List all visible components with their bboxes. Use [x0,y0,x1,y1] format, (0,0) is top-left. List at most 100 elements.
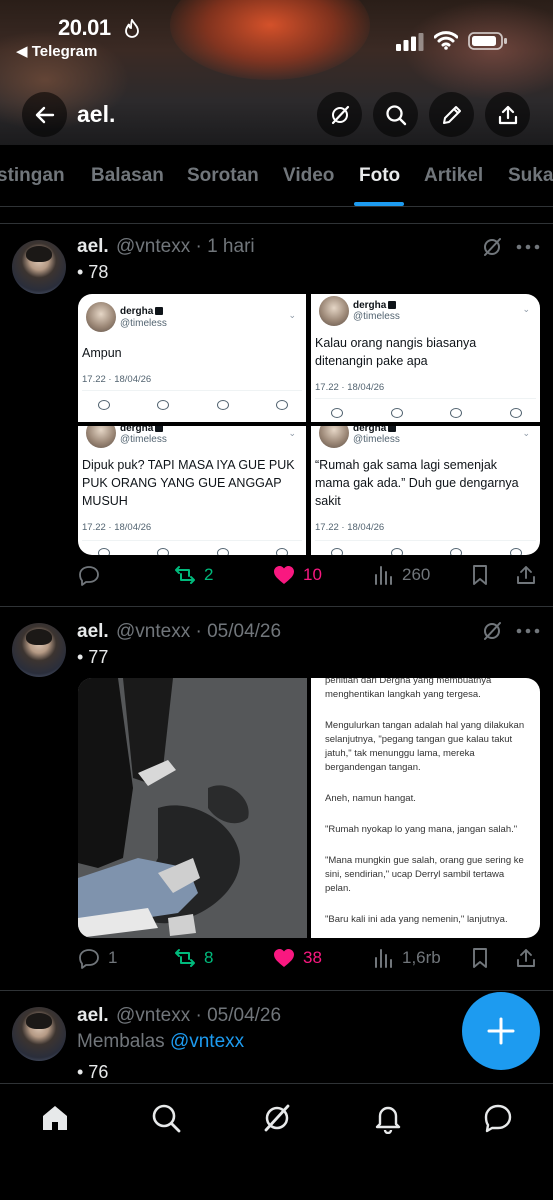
avatar [319,426,349,448]
bottom-nav [0,1083,553,1200]
search-button[interactable] [373,92,418,137]
lock-icon [388,301,397,309]
quoted-actions [98,548,288,555]
quoted-handle: @timeless [353,434,400,445]
profile-tabs: stingan Balasan Sorotan Video Foto Artik… [0,145,553,207]
grok-icon[interactable] [481,620,503,642]
quoted-text: “Rumah gak sama lagi semenjak mama gak a… [315,458,519,508]
quoted-meta: 17.22 · 18/04/26 [315,382,385,393]
heart-filled-icon [274,949,294,967]
quoted-actions [331,408,522,422]
quoted-name: dergha [120,426,164,434]
photo-shoes[interactable] [78,678,307,938]
page-title: ael. [77,101,116,127]
tab-sorotan[interactable]: Sorotan [187,165,259,187]
hotspot-icon [125,19,139,38]
edit-button[interactable] [429,92,474,137]
views-button[interactable]: 260 [372,564,430,586]
back-button[interactable] [22,92,67,137]
quoted-image-2[interactable]: dergha @timeless ⌄ Kalau orang nangis bi… [311,294,540,422]
story-line: perlitian dari Dergha yang membuatnya me… [325,678,492,700]
image-grid[interactable]: dergha @timeless ⌄ Ampun 17.22 · 18/04/2… [78,294,540,555]
tab-artikel[interactable]: Artikel [424,165,483,187]
back-to-app-link[interactable]: ◀ Telegram [16,42,97,60]
quoted-meta: 17.22 · 18/04/26 [82,522,152,533]
views-button[interactable]: 1,6rb [372,947,441,969]
tab-postingan[interactable]: stingan [0,165,65,187]
post-text: • 78 [77,262,109,282]
grok-icon[interactable] [481,236,503,258]
reply-button[interactable] [78,564,108,586]
pencil-icon [442,105,461,124]
share-button[interactable] [515,947,537,969]
quoted-name: dergha [353,300,397,311]
avatar[interactable] [12,1007,66,1061]
share-icon [498,105,517,124]
post-78[interactable]: ael. @vntexx · 1 hari • 78 dergha @timel… [0,224,553,607]
repost-button[interactable]: 8 [174,947,213,969]
post-handle-time[interactable]: @vntexx · 05/04/26 [116,1005,281,1027]
photo-story-text[interactable]: perlitian dari Dergha yang membuatnya me… [311,678,540,938]
chevron-down-icon: ⌄ [522,304,530,314]
like-button[interactable]: 38 [273,947,322,969]
search-icon[interactable] [150,1102,182,1134]
share-button[interactable] [515,564,537,586]
grok-icon[interactable] [261,1102,293,1134]
quoted-image-4[interactable]: dergha @timeless ⌄ “Rumah gak sama lagi … [311,426,540,555]
shoes-photo-drawing [78,678,307,938]
tab-suka[interactable]: Suka [508,165,553,187]
avatar[interactable] [12,240,66,294]
battery-icon [468,32,507,50]
bookmark-button[interactable] [469,947,491,969]
replying-to[interactable]: Membalas @vntexx [77,1031,244,1053]
repost-button[interactable]: 2 [174,564,213,586]
bell-icon[interactable] [372,1102,404,1134]
signal-icon [396,33,424,51]
repost-icon [175,566,195,584]
quoted-handle: @timeless [353,311,400,322]
post-handle-time[interactable]: @vntexx · 05/04/26 [116,621,281,643]
avatar[interactable] [12,623,66,677]
post-author-name[interactable]: ael. [77,621,109,643]
tab-balasan[interactable]: Balasan [91,165,164,187]
quoted-text: Dipuk puk? TAPI MASA IYA GUE PUK PUK ORA… [82,458,295,508]
share-icon [517,949,535,967]
home-icon[interactable] [39,1102,71,1134]
post-text: • 76 [77,1062,109,1082]
avatar [86,426,116,448]
quoted-handle: @timeless [120,434,167,445]
compose-button[interactable] [462,992,540,1070]
active-tab-indicator [354,202,404,206]
post-author-name[interactable]: ael. [77,236,109,258]
image-pair[interactable]: perlitian dari Dergha yang membuatnya me… [78,678,540,938]
grok-button[interactable] [317,92,362,137]
quoted-name: dergha [353,426,397,434]
quoted-image-1[interactable]: dergha @timeless ⌄ Ampun 17.22 · 18/04/2… [78,294,306,422]
post-actions: 2 10 260 [78,564,540,592]
story-line: Aneh, namun hangat. [325,793,416,804]
wifi-icon [434,31,458,50]
story-line: Mengulurkan tangan adalah hal yang dilak… [325,720,525,773]
heart-filled-icon [274,566,294,584]
plus-icon [487,1017,515,1045]
quoted-meta: 17.22 · 18/04/26 [315,522,385,533]
chevron-down-icon: ⌄ [288,310,296,320]
messages-icon[interactable] [482,1102,514,1134]
quoted-handle: @timeless [120,318,167,329]
post-77[interactable]: ael. @vntexx · 05/04/26 • 77 perlitian d… [0,607,553,991]
post-handle-time[interactable]: @vntexx · 1 hari [116,236,255,258]
reply-icon [79,949,99,969]
more-icon[interactable] [516,628,540,634]
like-button[interactable]: 10 [273,564,322,586]
story-line: "Baru kali ini ada yang nemenin," lanjut… [325,914,508,925]
profile-header: 20.01 ◀ Telegram ael. [0,0,553,145]
share-button[interactable] [485,92,530,137]
more-icon[interactable] [516,244,540,250]
bookmark-button[interactable] [469,564,491,586]
quoted-image-3[interactable]: dergha @timeless ⌄ Dipuk puk? TAPI MASA … [78,426,306,555]
tab-foto[interactable]: Foto [359,165,400,187]
share-icon [517,566,535,584]
tab-video[interactable]: Video [283,165,334,187]
reply-button[interactable]: 1 [78,947,117,969]
post-author-name[interactable]: ael. [77,1005,109,1027]
